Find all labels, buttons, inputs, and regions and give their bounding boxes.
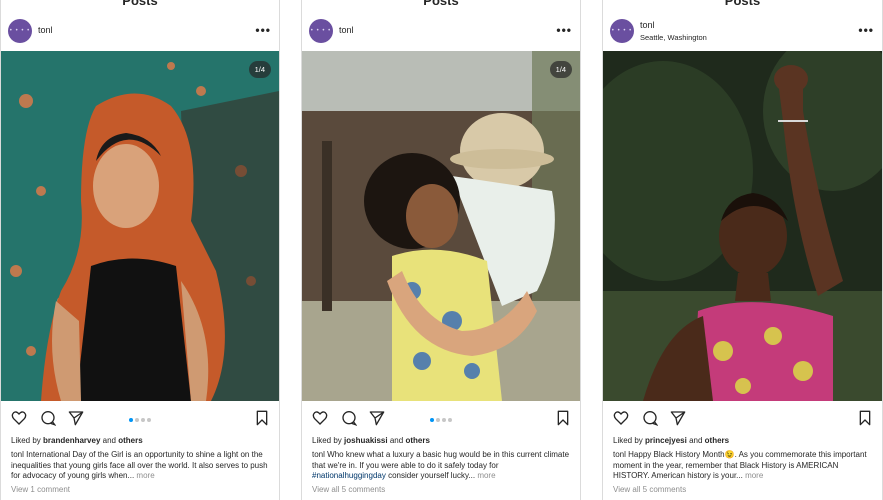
image-counter-badge: 1/4 (549, 61, 572, 78)
more-options-icon[interactable]: ••• (255, 23, 271, 37)
carousel-indicator (1, 418, 279, 422)
page-title: Posts (724, 0, 761, 8)
likes-prefix: Liked by (312, 436, 342, 445)
caption-hashtag-link[interactable]: #nationalhuggingday (312, 471, 386, 480)
photo-girl-raised-fist (603, 51, 882, 401)
view-comments-link[interactable]: View 1 comment (11, 485, 70, 494)
liked-others[interactable]: others (705, 436, 729, 445)
post-header: • • • • tonl ••• (1, 16, 279, 46)
comment-icon[interactable] (642, 410, 659, 431)
avatar-dots: • • • • (310, 28, 332, 34)
view-comments-link[interactable]: View all 5 comments (312, 485, 385, 494)
username[interactable]: tonl (640, 20, 655, 30)
caption-text-rest: consider yourself lucky... (388, 471, 476, 480)
post-card: Posts • • • • tonl ••• 1/4 (301, 0, 581, 500)
post-card: Posts • • • • tonl Seattle, Washington •… (602, 0, 883, 500)
caption-text: Who knew what a luxury a basic hug would… (312, 450, 570, 470)
avatar-dots: • • • • (611, 28, 633, 34)
location-link[interactable]: Seattle, Washington (640, 33, 707, 42)
bookmark-icon[interactable] (858, 410, 872, 431)
post-image[interactable]: 1/4 (1, 51, 279, 401)
liked-by-user[interactable]: princejyesi (645, 436, 687, 445)
caption-more-link[interactable]: more (477, 471, 495, 480)
avatar[interactable]: • • • • (309, 19, 333, 43)
caption-more-link[interactable]: more (745, 471, 763, 480)
top-bar: Posts (603, 0, 882, 8)
post-header: • • • • tonl ••• (302, 16, 580, 46)
liked-by-user[interactable]: joshuakissi (344, 436, 388, 445)
likes-and: and (689, 436, 703, 445)
avatar[interactable]: • • • • (610, 19, 634, 43)
post-card: Posts • • • • tonl ••• 1/4 (0, 0, 280, 500)
caption-text: Happy Black History Month😉. As you comme… (613, 450, 867, 480)
caption-username[interactable]: tonl (11, 450, 24, 459)
post-image[interactable]: 1/4 (302, 51, 580, 401)
likes-prefix: Liked by (11, 436, 41, 445)
liked-others[interactable]: others (405, 436, 429, 445)
more-options-icon[interactable]: ••• (858, 23, 874, 37)
share-icon[interactable] (670, 410, 686, 431)
liked-others[interactable]: others (118, 436, 142, 445)
photo-girl-headscarf (1, 51, 279, 401)
top-bar: Posts (302, 0, 580, 8)
caption: tonl International Day of the Girl is an… (11, 450, 269, 482)
username[interactable]: tonl (339, 25, 354, 35)
likes-line: Liked by brandenharvey and others (11, 436, 143, 445)
carousel-indicator (302, 418, 580, 422)
likes-prefix: Liked by (613, 436, 643, 445)
action-bar (603, 406, 882, 430)
more-options-icon[interactable]: ••• (556, 23, 572, 37)
username[interactable]: tonl (38, 25, 53, 35)
likes-line: Liked by joshuakissi and others (312, 436, 430, 445)
post-image[interactable] (603, 51, 882, 401)
photo-couple-hug (302, 51, 580, 401)
caption-more-link[interactable]: more (136, 471, 154, 480)
likes-line: Liked by princejyesi and others (613, 436, 729, 445)
likes-and: and (389, 436, 404, 445)
view-comments-link[interactable]: View all 5 comments (613, 485, 686, 494)
caption-username[interactable]: tonl (613, 450, 626, 459)
caption-username[interactable]: tonl (312, 450, 325, 459)
page-title: Posts (423, 0, 459, 8)
page-title: Posts (122, 0, 158, 8)
liked-by-user[interactable]: brandenharvey (43, 436, 100, 445)
avatar-dots: • • • • (9, 28, 31, 34)
heart-icon[interactable] (613, 410, 629, 431)
post-header: • • • • tonl Seattle, Washington ••• (603, 16, 882, 46)
caption: tonl Who knew what a luxury a basic hug … (312, 450, 570, 482)
avatar[interactable]: • • • • (8, 19, 32, 43)
caption: tonl Happy Black History Month😉. As you … (613, 450, 872, 482)
image-counter-badge: 1/4 (248, 61, 271, 78)
likes-and: and (102, 436, 116, 445)
top-bar: Posts (1, 0, 279, 8)
